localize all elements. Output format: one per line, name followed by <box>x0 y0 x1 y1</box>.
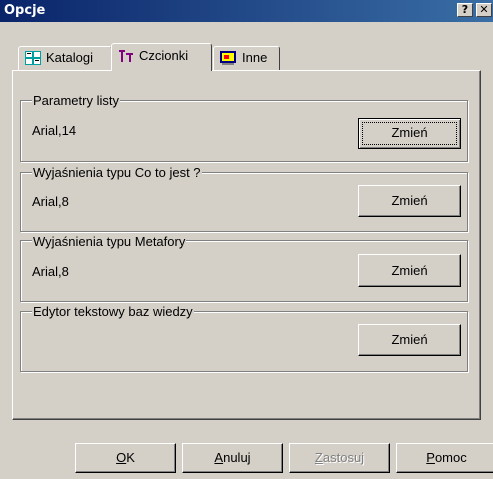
group-title: Parametry listy <box>32 93 120 108</box>
tab-czcionki[interactable]: Czcionki <box>111 43 212 71</box>
apply-button[interactable]: Zastosuj <box>289 443 390 473</box>
image-icon <box>220 51 236 65</box>
tab-katalogi[interactable]: Katalogi <box>18 46 112 70</box>
ok-button[interactable]: OK <box>75 443 176 473</box>
font-icon <box>119 50 133 62</box>
close-button[interactable]: ✕ <box>476 3 492 17</box>
tab-czcionki-label: Czcionki <box>139 48 189 63</box>
change-font-button[interactable]: Zmień <box>358 185 461 217</box>
button-label: Zmień <box>391 263 428 278</box>
window-title: Opcje <box>4 3 46 18</box>
change-font-button[interactable]: Zmień <box>358 254 461 287</box>
title-bar[interactable]: Opcje ? ✕ <box>0 0 493 22</box>
cancel-button[interactable]: Anuluj <box>182 443 283 473</box>
button-label: Pomoc <box>426 450 467 465</box>
change-font-button[interactable]: Zmień <box>358 118 461 149</box>
close-icon: ✕ <box>479 3 489 16</box>
group-title: Edytor tekstowy baz wiedzy <box>32 304 194 319</box>
tab-inne[interactable]: Inne <box>213 46 280 70</box>
button-label: Zmień <box>391 332 428 347</box>
group-title: Wyjaśnienia typu Co to jest ? <box>32 165 202 180</box>
font-value: Arial,8 <box>32 264 69 279</box>
button-label: OK <box>116 450 135 465</box>
catalog-icon <box>25 51 41 65</box>
button-label: Zastosuj <box>314 450 365 465</box>
button-label: Zmień <box>391 125 428 140</box>
button-label: Zmień <box>391 193 428 208</box>
help-icon: ? <box>461 3 469 16</box>
help-button[interactable]: ? <box>457 3 473 17</box>
options-dialog: Opcje ? ✕ Katalogi Czcionki Inne Paramet… <box>0 0 493 479</box>
font-value: Arial,14 <box>32 123 77 138</box>
help-footer-button[interactable]: Pomoc <box>396 443 493 473</box>
tab-katalogi-label: Katalogi <box>46 50 93 65</box>
change-font-button[interactable]: Zmień <box>358 324 461 356</box>
button-label: Anuluj <box>214 450 251 465</box>
group-title: Wyjaśnienia typu Metafory <box>32 234 187 249</box>
tab-inne-label: Inne <box>242 50 268 65</box>
font-value: Arial,8 <box>32 194 69 209</box>
